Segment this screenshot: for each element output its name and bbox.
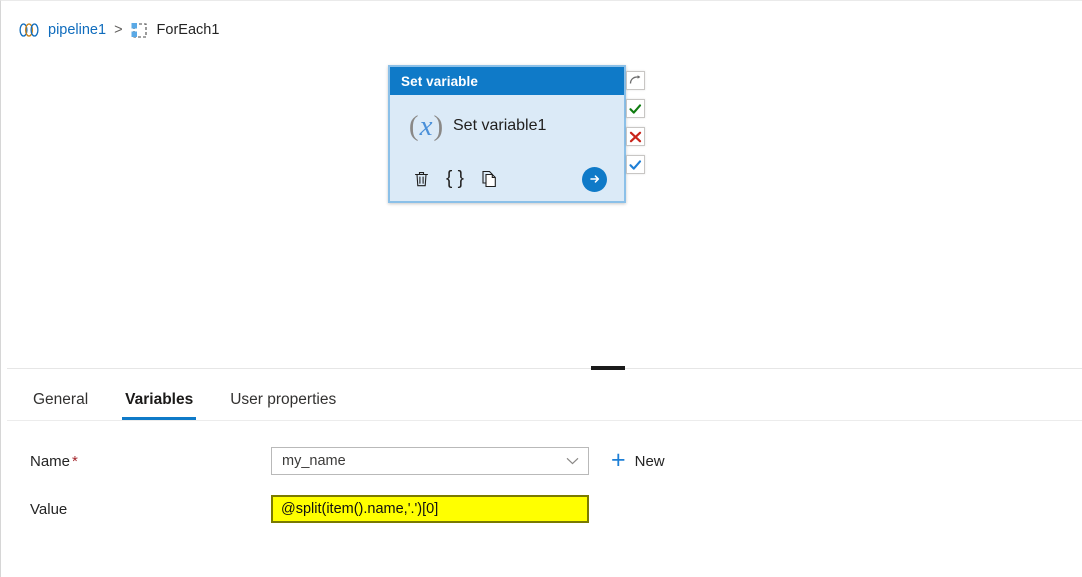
tab-user-properties[interactable]: User properties (227, 391, 339, 420)
new-variable-button[interactable]: + New (611, 445, 665, 474)
plus-icon: + (611, 445, 626, 474)
activity-card-body: (x) Set variable1 { } (390, 95, 624, 201)
variable-value-input[interactable]: @split(item().name,'.')[0] (271, 495, 589, 523)
copy-activity-button[interactable] (472, 165, 506, 193)
adf-pipeline-editor: pipeline1 > ForEach1 Set variable (x) Se… (0, 0, 1082, 577)
on-failure-handle[interactable] (626, 127, 645, 146)
fx-close-paren: ) (433, 109, 444, 142)
fx-open-paren: ( (408, 109, 419, 142)
activity-card-header: Set variable (390, 67, 624, 95)
new-variable-label: New (634, 452, 665, 470)
code-activity-button[interactable]: { } (438, 165, 472, 193)
name-row: Name * my_name + New (7, 446, 1082, 476)
delete-activity-button[interactable] (404, 165, 438, 193)
value-label: Value (30, 500, 68, 518)
fx-icon: (x) (404, 109, 448, 143)
on-success-handle[interactable] (626, 99, 645, 118)
foreach-icon (131, 22, 148, 39)
name-label-text: Name (30, 452, 71, 470)
pipeline-canvas[interactable]: Set variable (x) Set variable1 { } (7, 47, 1082, 365)
properties-tabstrip: General Variables User properties (7, 379, 1082, 421)
variable-name-dropdown[interactable]: my_name (271, 447, 589, 475)
activity-name: Set variable1 (453, 117, 547, 134)
breadcrumb-current: ForEach1 (156, 22, 220, 38)
panel-divider (7, 368, 1082, 369)
variable-name-value: my_name (282, 453, 346, 469)
required-marker: * (72, 452, 78, 470)
on-completion-handle[interactable] (626, 71, 645, 90)
fx-x-glyph: x (419, 109, 433, 142)
on-skip-handle[interactable] (626, 155, 645, 174)
chevron-down-icon (566, 457, 579, 465)
activity-connector-handles (626, 71, 645, 183)
name-label: Name * (7, 453, 271, 470)
variables-form: Name * my_name + New Value @split(item().… (7, 422, 1082, 577)
tab-variables[interactable]: Variables (122, 391, 197, 420)
activity-title-row: (x) Set variable1 (390, 95, 624, 143)
panel-resize-handle[interactable] (591, 366, 625, 370)
value-row: Value @split(item().name,'.')[0] (7, 494, 1082, 524)
breadcrumb: pipeline1 > ForEach1 (19, 18, 219, 42)
breadcrumb-pipeline-link[interactable]: pipeline1 (48, 22, 106, 38)
activity-card-set-variable[interactable]: Set variable (x) Set variable1 { } (388, 65, 626, 203)
breadcrumb-separator: > (114, 22, 123, 38)
activity-action-bar: { } (390, 165, 624, 193)
run-activity-button[interactable] (582, 166, 607, 192)
tab-general[interactable]: General (30, 391, 91, 420)
pipeline-icon (19, 23, 39, 37)
